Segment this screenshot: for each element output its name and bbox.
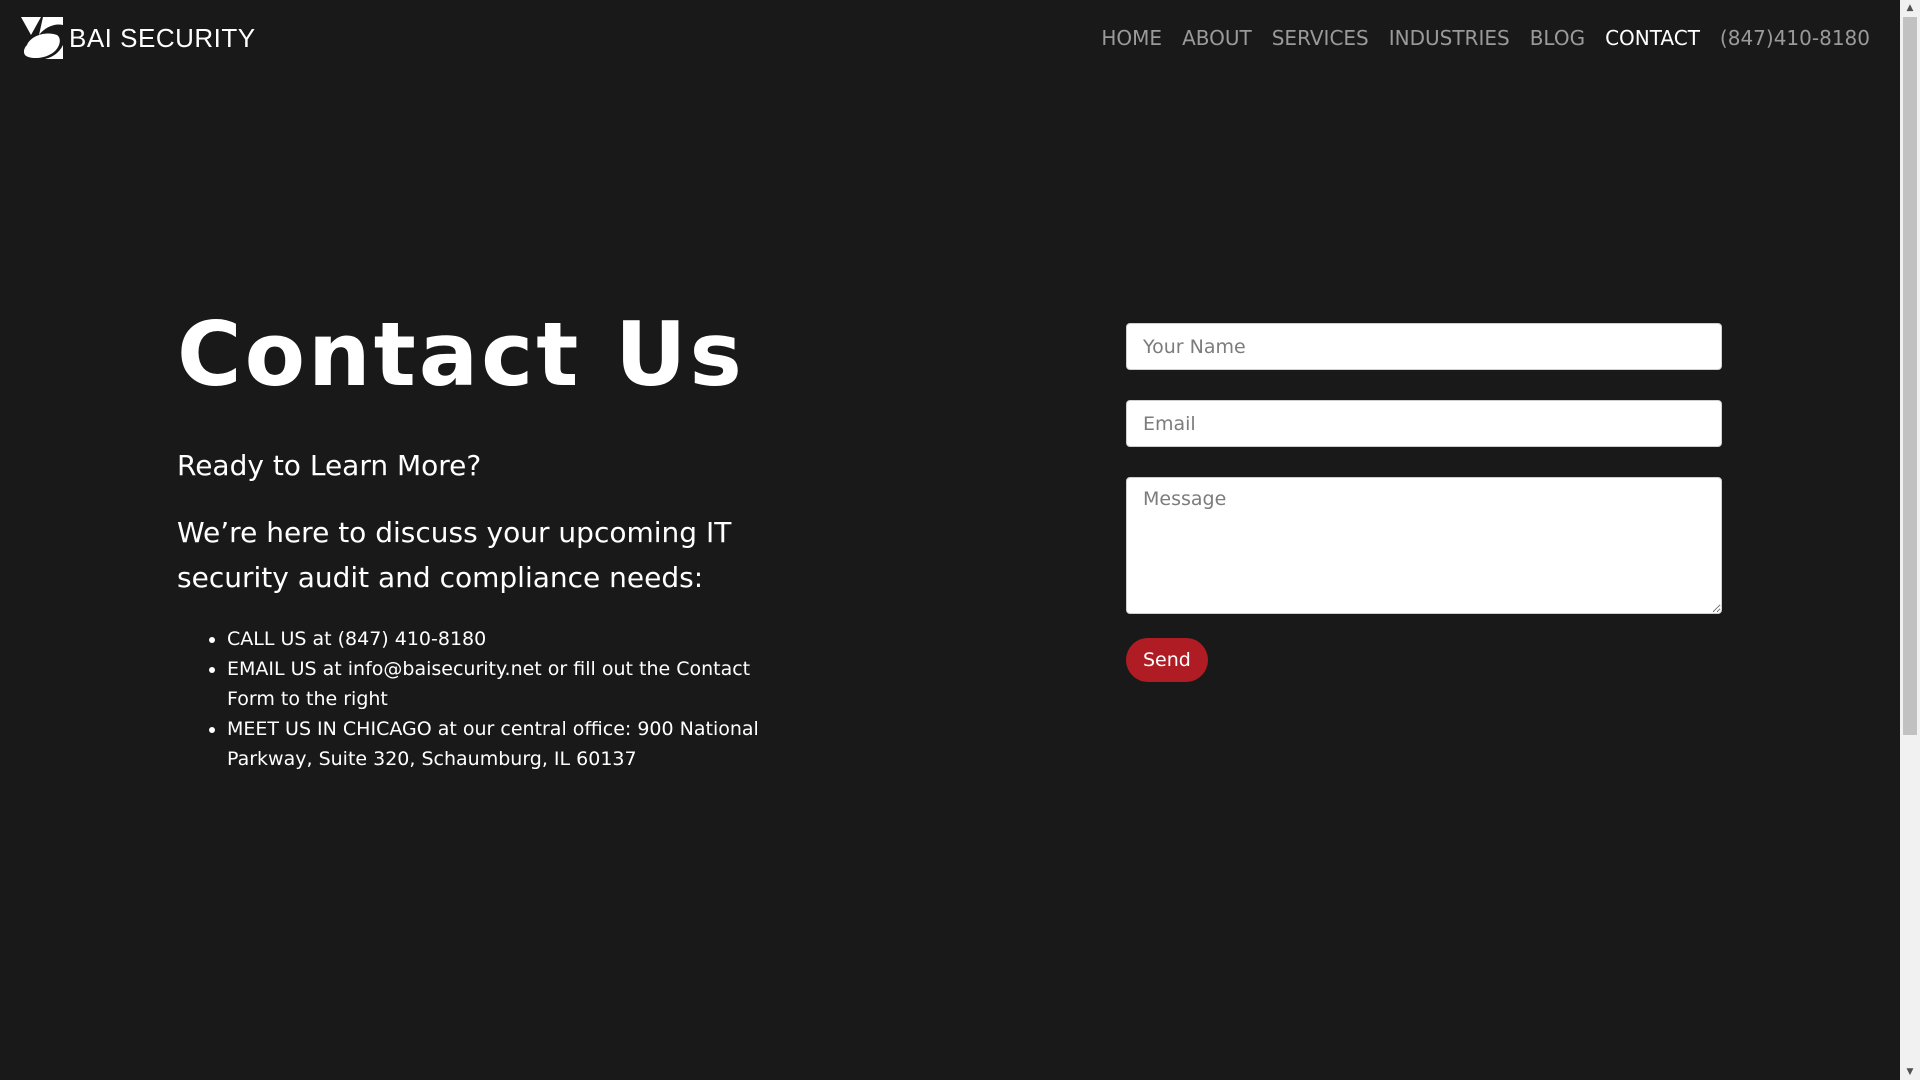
contact-form: Send xyxy=(1126,323,1722,682)
page: BAI SECURITY HOME ABOUT SERVICES INDUSTR… xyxy=(0,0,1920,1080)
subtitle: Ready to Learn More? xyxy=(177,449,482,482)
name-input[interactable] xyxy=(1126,323,1722,370)
message-textarea[interactable] xyxy=(1126,477,1722,614)
nav-industries[interactable]: INDUSTRIES xyxy=(1389,22,1510,54)
scroll-down-arrow-icon[interactable]: ▼ xyxy=(1900,1064,1920,1080)
contact-list: CALL US at (847) 410-8180 EMAIL US at in… xyxy=(177,624,767,774)
nav-about[interactable]: ABOUT xyxy=(1182,22,1252,54)
brand-name: BAI SECURITY xyxy=(69,23,256,53)
main-nav: HOME ABOUT SERVICES INDUSTRIES BLOG CONT… xyxy=(1081,22,1870,54)
site-header: BAI SECURITY HOME ABOUT SERVICES INDUSTR… xyxy=(0,0,1900,78)
page-title: Contact Us xyxy=(177,303,745,406)
nav-services[interactable]: SERVICES xyxy=(1272,22,1369,54)
lead-text: We’re here to discuss your upcoming IT s… xyxy=(177,516,732,594)
logo-link[interactable]: BAI SECURITY xyxy=(19,15,256,61)
scroll-up-arrow-icon[interactable]: ▲ xyxy=(1900,0,1920,16)
nav-phone[interactable]: (847)410-8180 xyxy=(1720,22,1870,54)
nav-contact[interactable]: CONTACT xyxy=(1605,22,1700,54)
scroll-thumb[interactable] xyxy=(1903,17,1917,735)
list-item-call: CALL US at (847) 410-8180 xyxy=(227,624,767,654)
vertical-scrollbar[interactable]: ▲ ▼ xyxy=(1900,0,1920,1080)
bai-logo-icon xyxy=(21,17,63,59)
send-button[interactable]: Send xyxy=(1126,638,1208,682)
nav-blog[interactable]: BLOG xyxy=(1530,22,1585,54)
list-item-meet: MEET US IN CHICAGO at our central office… xyxy=(227,714,767,774)
list-item-email: EMAIL US at info@baisecurity.net or fill… xyxy=(227,654,767,714)
email-input[interactable] xyxy=(1126,400,1722,447)
nav-home[interactable]: HOME xyxy=(1101,22,1162,54)
contact-info: Contact Us Ready to Learn More? We’re he… xyxy=(177,300,777,774)
